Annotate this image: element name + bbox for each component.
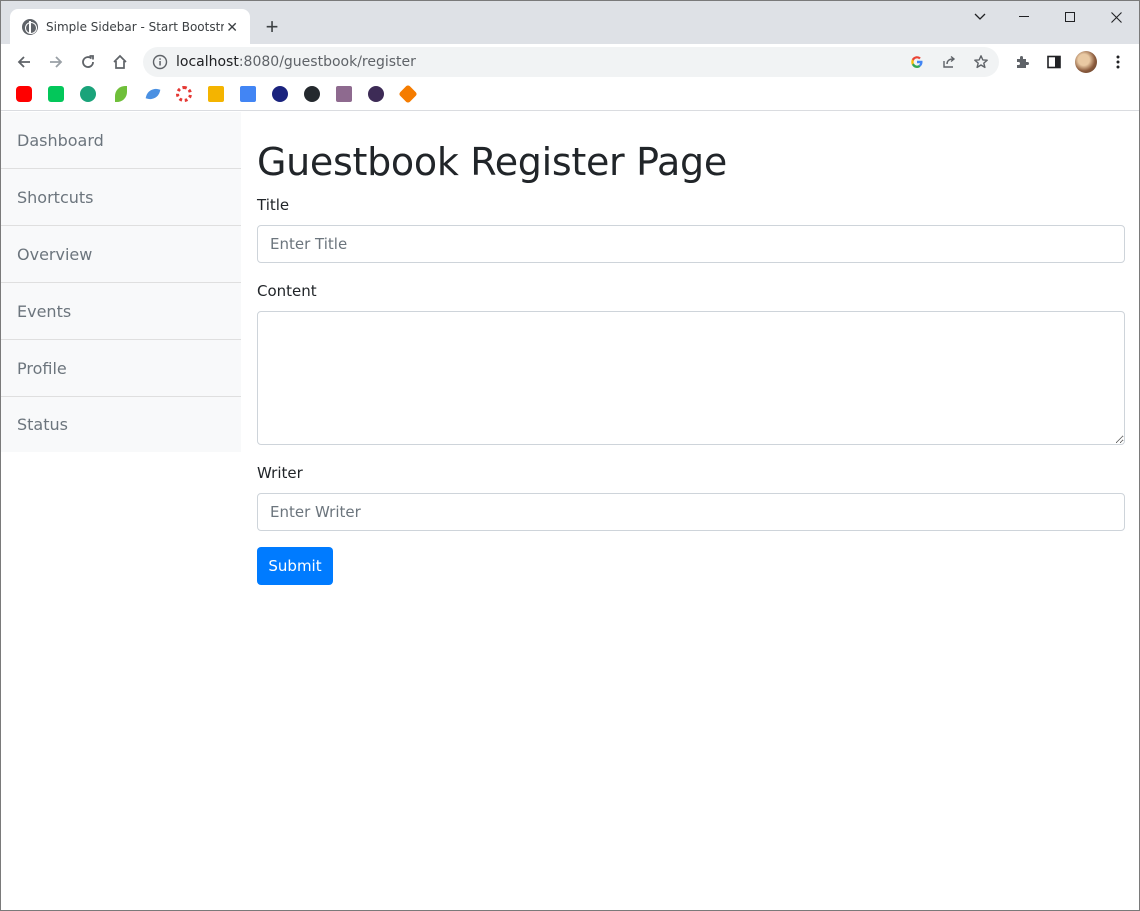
page-content: Dashboard Shortcuts Overview Events Prof… bbox=[1, 112, 1139, 910]
youtube-bookmark-icon[interactable] bbox=[16, 86, 32, 102]
naver-bookmark-icon[interactable] bbox=[48, 86, 64, 102]
close-icon[interactable]: ✕ bbox=[224, 19, 240, 35]
google-icon[interactable] bbox=[907, 52, 927, 72]
home-icon[interactable] bbox=[106, 48, 134, 76]
globe-icon bbox=[22, 18, 38, 35]
forward-icon[interactable] bbox=[42, 48, 70, 76]
tab-title: Simple Sidebar - Start Bootstrap bbox=[46, 19, 225, 34]
classroom-bookmark-icon[interactable] bbox=[208, 86, 224, 102]
sidebar-item-dashboard[interactable]: Dashboard bbox=[1, 112, 241, 169]
owl-bookmark-icon[interactable] bbox=[272, 86, 288, 102]
tab-strip: Simple Sidebar - Start Bootstrap ✕ + bbox=[1, 1, 1139, 44]
address-bar[interactable]: localhost:8080/guestbook/register bbox=[143, 47, 999, 77]
title-label: Title bbox=[257, 196, 290, 214]
sidebar-item-status[interactable]: Status bbox=[1, 397, 241, 452]
blue-grid-bookmark-icon[interactable] bbox=[240, 86, 256, 102]
sidebar-item-profile[interactable]: Profile bbox=[1, 340, 241, 397]
content-label: Content bbox=[257, 282, 317, 300]
content-textarea[interactable] bbox=[257, 311, 1125, 445]
active-tab[interactable]: Simple Sidebar - Start Bootstrap ✕ bbox=[10, 9, 250, 44]
title-input[interactable] bbox=[257, 225, 1125, 263]
url-host: localhost bbox=[176, 54, 239, 70]
github-bookmark-icon[interactable] bbox=[304, 86, 320, 102]
sidebar-item-events[interactable]: Events bbox=[1, 283, 241, 340]
star-icon[interactable] bbox=[971, 52, 991, 72]
photo-bookmark-icon[interactable] bbox=[336, 86, 352, 102]
bookmarks-bar bbox=[1, 80, 1139, 111]
maximize-icon[interactable] bbox=[1047, 1, 1093, 33]
share-icon[interactable] bbox=[939, 52, 959, 72]
kebab-menu-icon[interactable] bbox=[1104, 48, 1132, 76]
side-panel-icon[interactable] bbox=[1040, 48, 1068, 76]
sidebar: Dashboard Shortcuts Overview Events Prof… bbox=[1, 112, 241, 452]
orange-cube-bookmark-icon[interactable] bbox=[398, 84, 418, 104]
chevron-down-icon[interactable] bbox=[957, 1, 1003, 33]
minimize-icon[interactable] bbox=[1001, 1, 1047, 33]
dark-avatar-bookmark-icon[interactable] bbox=[368, 86, 384, 102]
leaf-bookmark-icon[interactable] bbox=[115, 86, 127, 102]
reload-icon[interactable] bbox=[74, 48, 102, 76]
puzzle-icon[interactable] bbox=[1008, 48, 1036, 76]
url-text[interactable]: localhost:8080/guestbook/register bbox=[176, 54, 416, 70]
browser-toolbar: localhost:8080/guestbook/register bbox=[1, 44, 1139, 80]
sidebar-item-shortcuts[interactable]: Shortcuts bbox=[1, 169, 241, 226]
red-ring-bookmark-icon[interactable] bbox=[176, 86, 192, 102]
info-icon[interactable] bbox=[152, 54, 168, 70]
close-window-icon[interactable] bbox=[1093, 1, 1139, 33]
feather-bookmark-icon[interactable] bbox=[145, 86, 161, 102]
page-title: Guestbook Register Page bbox=[257, 140, 727, 184]
url-path: :8080/guestbook/register bbox=[238, 54, 416, 70]
submit-button[interactable]: Submit bbox=[257, 547, 333, 585]
green-circle-bookmark-icon[interactable] bbox=[80, 86, 96, 102]
browser-window: Simple Sidebar - Start Bootstrap ✕ + loc… bbox=[0, 0, 1140, 911]
plus-icon[interactable]: + bbox=[259, 14, 285, 40]
sidebar-item-overview[interactable]: Overview bbox=[1, 226, 241, 283]
avatar[interactable] bbox=[1072, 48, 1100, 76]
writer-input[interactable] bbox=[257, 493, 1125, 531]
writer-label: Writer bbox=[257, 464, 303, 482]
back-icon[interactable] bbox=[10, 48, 38, 76]
